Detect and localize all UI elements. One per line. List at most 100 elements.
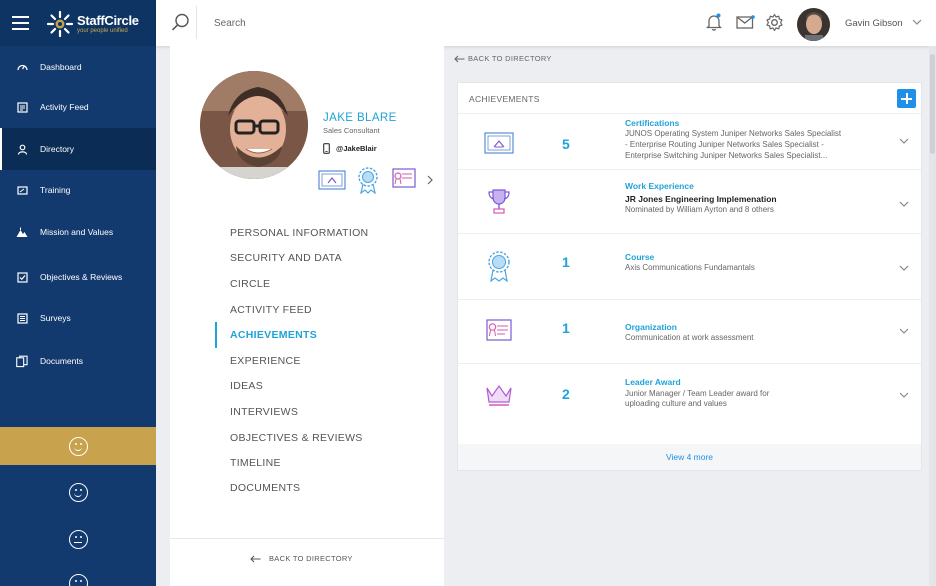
achievement-desc-line: uploading culture and values	[625, 399, 727, 408]
menu-item-timeline[interactable]: TIMELINE	[230, 453, 430, 473]
user-name[interactable]: Gavin Gibson	[845, 18, 903, 29]
dashboard-icon	[16, 61, 28, 73]
achievement-title: JR Jones Engineering Implemenation	[625, 194, 777, 204]
achievement-count: 1	[562, 254, 570, 270]
breadcrumb-label: BACK TO DIRECTORY	[468, 54, 552, 63]
sidebar-item-label: Training	[40, 185, 71, 195]
achievement-row-certifications[interactable]: 5 Certifications JUNOS Operating System …	[458, 113, 921, 169]
chevron-down-icon[interactable]	[912, 17, 922, 27]
profile-handle: @JakeBlair	[336, 144, 377, 153]
back-to-directory-label: BACK TO DIRECTORY	[269, 554, 353, 563]
menu-item-interviews[interactable]: INTERVIEWS	[230, 402, 430, 422]
mountain-icon	[16, 226, 28, 238]
page-scrollbar[interactable]	[929, 46, 936, 586]
feed-icon	[16, 101, 28, 113]
sidebar-item-documents[interactable]: Documents	[0, 340, 156, 382]
documents-icon	[16, 355, 28, 367]
achievement-row-organization[interactable]: 1 Organization Communication at work ass…	[458, 299, 921, 363]
menu-item-personal-information[interactable]: PERSONAL INFORMATION	[230, 223, 430, 243]
achievement-count: 2	[562, 386, 570, 402]
menu-item-circle[interactable]: CIRCLE	[230, 274, 430, 294]
certificate-badge-icon[interactable]	[318, 167, 346, 193]
achievement-desc-line: JUNOS Operating System Juniper Networks …	[625, 129, 842, 138]
person-icon	[16, 143, 28, 155]
staffcircle-logo-icon	[46, 10, 74, 38]
achievement-desc-line: Junior Manager / Team Leader award for	[625, 389, 770, 398]
arrow-left-icon	[454, 55, 465, 62]
chevron-down-icon[interactable]	[899, 263, 909, 273]
chevron-down-icon[interactable]	[899, 390, 909, 400]
settings-gear-icon[interactable]	[765, 13, 784, 32]
badge-strip	[318, 167, 426, 194]
profile-photo-image	[200, 71, 308, 179]
chevron-down-icon[interactable]	[899, 326, 909, 336]
rosette-icon	[482, 249, 516, 283]
achievement-category: Organization	[625, 322, 677, 332]
profile-job-title: Sales Consultant	[323, 126, 380, 135]
scrollbar-thumb[interactable]	[930, 54, 935, 154]
menu-item-objectives-reviews[interactable]: OBJECTIVES & REVIEWS	[230, 428, 430, 448]
card-title: ACHIEVEMENTS	[469, 94, 540, 104]
view-more-link[interactable]: View 4 more	[666, 452, 713, 462]
achievement-row-work-experience[interactable]: Work Experience JR Jones Engineering Imp…	[458, 169, 921, 233]
sidebar-item-training[interactable]: Training	[0, 169, 156, 211]
menu-item-achievements[interactable]: ACHIEVEMENTS	[230, 325, 430, 345]
sidebar-item-directory[interactable]: Directory	[0, 128, 156, 170]
sidebar-item-label: Documents	[40, 356, 83, 366]
menu-item-security-and-data[interactable]: SECURITY AND DATA	[230, 248, 430, 268]
mood-smile-button[interactable]	[0, 473, 156, 511]
profile-avatar	[200, 71, 308, 179]
sidebar-item-surveys[interactable]: Surveys	[0, 297, 156, 339]
mood-sad-button[interactable]	[0, 564, 156, 586]
search-input[interactable]	[214, 14, 514, 32]
mood-neutral-button[interactable]	[0, 520, 156, 558]
achievement-desc-line: Enterprise Switching Juniper Networks Sa…	[625, 151, 828, 160]
hamburger-menu-icon[interactable]	[12, 16, 29, 30]
training-icon	[16, 184, 28, 196]
menu-item-experience[interactable]: EXPERIENCE	[230, 351, 430, 371]
add-achievement-button[interactable]	[897, 89, 916, 108]
logo[interactable]: StaffCircle your people unified	[45, 9, 139, 39]
notification-bell-icon[interactable]	[706, 13, 722, 32]
diploma-badge-icon[interactable]	[390, 167, 418, 193]
arrow-left-icon	[250, 555, 261, 562]
menu-item-documents[interactable]: DOCUMENTS	[230, 478, 430, 498]
breadcrumb-back-link[interactable]: BACK TO DIRECTORY	[454, 54, 552, 63]
rosette-badge-icon[interactable]	[354, 167, 382, 194]
sad-face-icon	[68, 573, 88, 586]
achievement-category: Course	[625, 252, 655, 262]
menu-item-activity-feed[interactable]: ACTIVITY FEED	[230, 300, 430, 320]
checklist-icon	[16, 271, 28, 283]
sidebar-item-objectives-reviews[interactable]: Objectives & Reviews	[0, 256, 156, 298]
neutral-face-icon	[68, 529, 88, 549]
chevron-right-icon[interactable]	[426, 175, 434, 185]
phone-icon	[323, 143, 330, 154]
menu-item-ideas[interactable]: IDEAS	[230, 376, 430, 396]
mood-happy-button[interactable]	[0, 427, 156, 465]
logo-tagline: your people unified	[77, 27, 128, 34]
user-avatar[interactable]	[797, 8, 830, 41]
sidebar-header: StaffCircle your people unified	[0, 0, 156, 46]
back-to-directory-link[interactable]: BACK TO DIRECTORY	[250, 554, 353, 563]
mail-icon[interactable]	[736, 15, 755, 30]
sidebar-item-label: Mission and Values	[40, 227, 114, 237]
sidebar-item-label: Directory	[40, 144, 75, 154]
survey-icon	[16, 312, 28, 324]
happy-face-icon	[68, 436, 88, 456]
sidebar-item-label: Activity Feed	[40, 102, 89, 112]
achievement-category: Leader Award	[625, 377, 681, 387]
sidebar-item-activity-feed[interactable]: Activity Feed	[0, 86, 156, 128]
achievement-desc-line: Nominated by William Ayrton and 8 others	[625, 205, 774, 214]
sidebar-item-mission-and-values[interactable]: Mission and Values	[0, 211, 156, 253]
achievement-category: Certifications	[625, 118, 680, 128]
achievement-row-course[interactable]: 1 Course Axis Communications Fundamantal…	[458, 233, 921, 299]
trophy-icon	[482, 185, 516, 219]
profile-footer-divider	[170, 538, 444, 539]
achievement-row-leader-award[interactable]: 2 Leader Award Junior Manager / Team Lea…	[458, 363, 921, 443]
search-icon[interactable]	[171, 13, 190, 32]
chevron-down-icon[interactable]	[899, 136, 909, 146]
profile-panel: JAKE BLARE Sales Consultant @JakeBlair P…	[170, 46, 444, 586]
sidebar: StaffCircle your people unified Dashboar…	[0, 0, 156, 586]
sidebar-item-dashboard[interactable]: Dashboard	[0, 46, 156, 88]
chevron-down-icon[interactable]	[899, 199, 909, 209]
